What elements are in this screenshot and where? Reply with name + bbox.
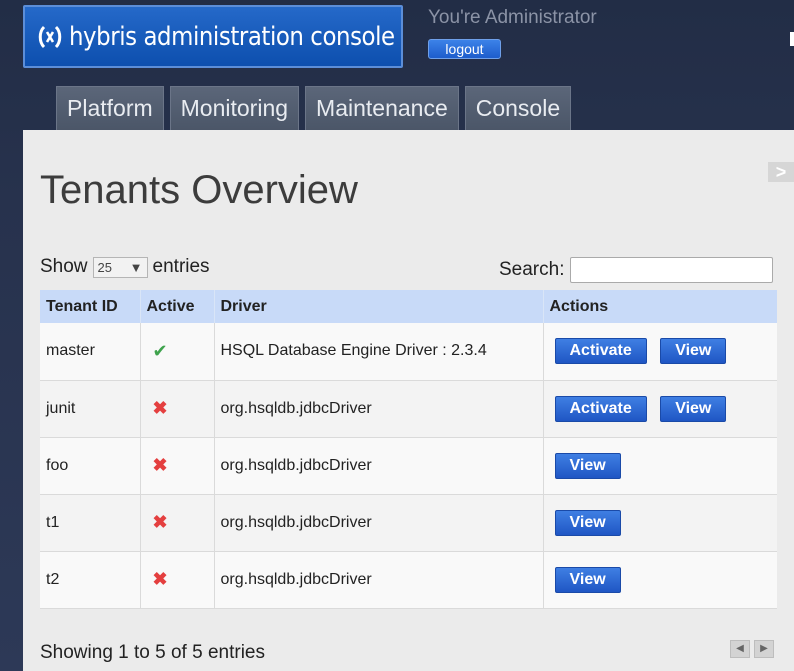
previous-page-icon[interactable]: ◀ (730, 640, 750, 658)
actions-cell: View (542, 437, 777, 495)
actions-cell: Activate View (542, 380, 777, 438)
dropdown-arrow-icon: ▼ (129, 259, 143, 275)
view-button[interactable]: View (660, 395, 727, 422)
tab-maintenance[interactable]: Maintenance (305, 86, 459, 130)
activate-button[interactable]: Activate (554, 395, 647, 422)
column-header-active[interactable]: Active (139, 290, 214, 323)
active-cell: ✔ (139, 323, 214, 381)
search-label: Search: (499, 259, 565, 280)
activate-button[interactable]: Activate (554, 338, 647, 365)
table-row: junit ✖ org.hsqldb.jdbcDriver Activate V… (40, 380, 777, 438)
tenant-id-cell: junit (40, 380, 140, 438)
page-length-control: Show 25 ▼ entries (40, 256, 210, 278)
table-row: t2 ✖ org.hsqldb.jdbcDriver View (40, 551, 777, 609)
driver-cell: HSQL Database Engine Driver : 2.3.4 (213, 323, 543, 381)
table-row: master ✔ HSQL Database Engine Driver : 2… (40, 323, 777, 381)
logout-button[interactable]: logout (428, 39, 501, 59)
table-header-row: Tenant ID Active Driver Actions (40, 290, 777, 323)
main-nav: Platform Monitoring Maintenance Console (56, 86, 572, 130)
edge-marker (790, 32, 794, 46)
show-label: Show (40, 256, 88, 277)
next-page-icon[interactable]: ▶ (754, 640, 774, 658)
search-input[interactable] (570, 257, 774, 283)
column-header-tenant-id[interactable]: Tenant ID (40, 290, 140, 323)
actions-cell: Activate View (542, 323, 777, 381)
cross-icon: ✖ (152, 398, 168, 418)
cross-icon: ✖ (152, 455, 168, 475)
active-cell: ✖ (139, 551, 214, 609)
sidebar-toggle-button[interactable]: > (768, 162, 794, 182)
tenant-id-cell: master (40, 323, 140, 381)
tenant-id-cell: t2 (40, 551, 140, 609)
actions-cell: View (542, 551, 777, 609)
tab-console[interactable]: Console (464, 86, 572, 130)
entries-label: entries (152, 256, 210, 277)
tab-platform[interactable]: Platform (56, 86, 164, 130)
checkmark-icon: ✔ (152, 340, 168, 361)
active-cell: ✖ (139, 380, 214, 438)
driver-cell: org.hsqldb.jdbcDriver (213, 551, 543, 609)
main-content: > Tenants Overview Show 25 ▼ entries Sea… (23, 130, 794, 671)
app-logo[interactable]: hybris administration console (23, 5, 403, 68)
active-cell: ✖ (139, 437, 214, 495)
search-control: Search: (499, 257, 774, 283)
app-title: hybris administration console (69, 21, 395, 52)
table-row: t1 ✖ org.hsqldb.jdbcDriver View (40, 494, 777, 552)
current-user-label: You're Administrator (428, 7, 597, 28)
table-row: foo ✖ org.hsqldb.jdbcDriver View (40, 437, 777, 495)
actions-cell: View (542, 494, 777, 552)
hybris-logo-icon (37, 22, 63, 52)
cross-icon: ✖ (152, 512, 168, 532)
table-info: Showing 1 to 5 of 5 entries (40, 642, 265, 663)
view-button[interactable]: View (660, 338, 727, 365)
tab-monitoring[interactable]: Monitoring (169, 86, 300, 130)
view-button[interactable]: View (554, 509, 621, 536)
driver-cell: org.hsqldb.jdbcDriver (213, 494, 543, 552)
view-button[interactable]: View (554, 566, 621, 593)
driver-cell: org.hsqldb.jdbcDriver (213, 380, 543, 438)
tenant-id-cell: t1 (40, 494, 140, 552)
view-button[interactable]: View (554, 452, 621, 479)
tenant-id-cell: foo (40, 437, 140, 495)
cross-icon: ✖ (152, 569, 168, 589)
page-length-select[interactable]: 25 ▼ (92, 256, 148, 278)
page-length-value: 25 (97, 259, 112, 275)
column-header-driver[interactable]: Driver (213, 290, 543, 323)
pagination: ◀ ▶ (730, 640, 774, 658)
tenants-table: Tenant ID Active Driver Actions master ✔… (40, 290, 777, 609)
page-title: Tenants Overview (40, 168, 358, 212)
active-cell: ✖ (139, 494, 214, 552)
driver-cell: org.hsqldb.jdbcDriver (213, 437, 543, 495)
column-header-actions[interactable]: Actions (542, 290, 777, 323)
